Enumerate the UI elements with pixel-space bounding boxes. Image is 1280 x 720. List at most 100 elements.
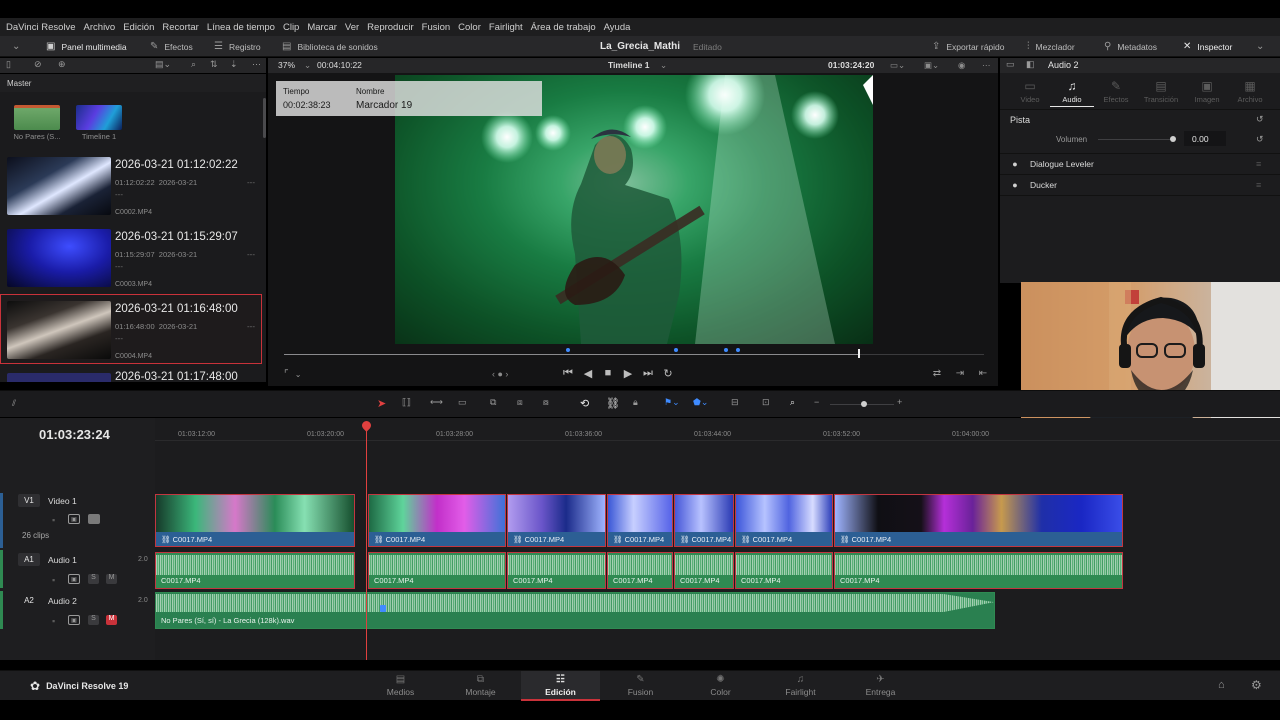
menu-fusion[interactable]: Fusion <box>422 22 451 33</box>
metadata-button[interactable]: ⚲ Metadatos <box>1104 36 1157 57</box>
full-zoom-icon[interactable]: ⊟ <box>731 397 739 408</box>
mute-button-a1[interactable]: M <box>106 574 117 584</box>
custom-zoom-icon[interactable]: ⌕ <box>790 397 795 408</box>
clip-item[interactable]: 2026-03-21 01:15:29:07 01:15:29:07 2026-… <box>0 222 262 292</box>
view-mode-icon[interactable]: ▤⌄ <box>155 59 171 70</box>
viewer-marker[interactable] <box>724 348 728 352</box>
more-options-icon[interactable]: ⋯ <box>982 60 991 71</box>
menu-archivo[interactable]: Archivo <box>84 22 116 33</box>
detail-zoom-icon[interactable]: ⊡ <box>762 397 770 408</box>
inspector-button[interactable]: ✕ Inspector <box>1183 36 1232 57</box>
zoom-slider-handle[interactable] <box>861 401 867 407</box>
mute-button-a2[interactable]: M <box>106 615 117 625</box>
zoom-dropdown-icon[interactable]: ⌄ <box>304 60 311 71</box>
video-clip[interactable]: ⛓ C0017.MP4 <box>155 494 355 547</box>
media-pool-scrollbar[interactable] <box>263 98 266 138</box>
drag-handle-icon[interactable]: ≡ <box>1256 159 1261 169</box>
media-pool-button[interactable]: ▣ Panel multimedia <box>46 36 127 57</box>
audio-clip[interactable]: C0017.MP4 <box>507 552 606 589</box>
menu-edicion[interactable]: Edición <box>123 22 154 33</box>
zoom-level[interactable]: 37% <box>278 60 295 70</box>
track-id-v1[interactable]: V1 <box>18 494 40 507</box>
volume-slider-track[interactable] <box>1098 139 1172 140</box>
page-cut[interactable]: ⧉ Montaje <box>441 671 520 701</box>
page-color[interactable]: ✺ Color <box>681 671 760 701</box>
video-clip[interactable]: ⛓ C0017.MP4 <box>607 494 673 547</box>
bin-master[interactable]: Master <box>0 74 266 92</box>
sort-icon[interactable]: ⇅ <box>210 59 218 70</box>
menu-davinci[interactable]: DaVinci Resolve <box>6 22 76 33</box>
video-clip[interactable]: ⛓ C0017.MP4 <box>674 494 734 547</box>
timeline-tracks[interactable]: 01:03:12:00 01:03:20:00 01:03:28:00 01:0… <box>155 418 1280 660</box>
tab-file[interactable]: ▦ Archivo <box>1228 79 1272 104</box>
link-icon[interactable]: ⊘ <box>34 59 42 70</box>
linked-selection-icon[interactable]: ⛓ <box>606 397 620 410</box>
auto-select-icon[interactable]: ▣ <box>68 514 80 524</box>
viewer-marker[interactable] <box>566 348 570 352</box>
track-name-v1[interactable]: Video 1 <box>48 496 77 506</box>
chevron-down-icon[interactable]: ⌄ <box>660 60 667 71</box>
lock-icon[interactable]: ▪ <box>52 616 55 626</box>
solo-button-a1[interactable]: S <box>88 574 99 584</box>
inspector-layout-icon[interactable]: ▭ <box>1006 59 1015 70</box>
trim-tool-icon[interactable]: ⟦⟧ <box>402 397 411 408</box>
menu-reproducir[interactable]: Reproducir <box>367 22 413 33</box>
insert-clip-icon[interactable]: ⧉ <box>490 397 496 408</box>
track-name-a1[interactable]: Audio 1 <box>48 555 77 565</box>
selection-tool-icon[interactable]: ➤ <box>377 397 386 410</box>
safe-area-icon[interactable]: ⌜ <box>284 369 289 380</box>
drag-handle-icon[interactable]: ≡ <box>1256 180 1261 190</box>
bin-audio-thumb[interactable] <box>14 105 60 130</box>
menu-linea-de-tiempo[interactable]: Línea de tiempo <box>207 22 275 33</box>
menu-recortar[interactable]: Recortar <box>162 22 198 33</box>
clip-item[interactable]: 2026-03-21 01:12:02:22 01:12:02:22 2026-… <box>0 150 262 220</box>
tab-audio[interactable]: ♫ Audio <box>1050 79 1094 104</box>
audio-clip[interactable]: C0017.MP4 <box>834 552 1123 589</box>
menu-marcar[interactable]: Marcar <box>307 22 337 33</box>
volume-slider-handle[interactable] <box>1170 136 1176 142</box>
prev-edit-icon[interactable]: ⇤ <box>972 368 994 379</box>
page-fairlight[interactable]: ♫ Fairlight <box>761 671 840 701</box>
page-fusion[interactable]: ✎ Fusion <box>601 671 680 701</box>
clip-item-selected[interactable]: 2026-03-21 01:16:48:00 01:16:48:00 2026-… <box>0 294 262 364</box>
flag-icon[interactable]: ⚑⌄ <box>664 397 680 408</box>
audio-clip[interactable]: C0017.MP4 <box>155 552 355 589</box>
effect-row-dialogue-leveler[interactable]: ● Dialogue Leveler ≡ <box>1000 154 1280 174</box>
menu-area-de-trabajo[interactable]: Área de trabajo <box>531 22 596 33</box>
quick-export-button[interactable]: ⇪ Exportar rápido <box>932 36 1005 57</box>
audio-clip[interactable]: C0017.MP4 <box>735 552 833 589</box>
audio-clip[interactable]: C0017.MP4 <box>368 552 506 589</box>
disable-track-icon[interactable] <box>88 514 100 524</box>
menu-clip[interactable]: Clip <box>283 22 299 33</box>
viewer-layout-icon[interactable]: ▭⌄ <box>890 60 905 71</box>
video-clip[interactable]: ⛓ C0017.MP4 <box>507 494 606 547</box>
viewer-marker[interactable] <box>674 348 678 352</box>
reset-icon[interactable]: ↺ <box>1256 114 1264 125</box>
play-icon[interactable]: ▶ <box>618 367 638 380</box>
panel-toggle-icon[interactable]: ▯ <box>6 59 11 70</box>
tab-transition[interactable]: ▤ Transición <box>1139 79 1183 104</box>
toolbar-expand-button[interactable]: ⌄ <box>1256 36 1270 57</box>
track-id-a2[interactable]: A2 <box>18 594 40 607</box>
video-clip[interactable]: ⛓ C0017.MP4 <box>735 494 833 547</box>
viewer-playhead[interactable] <box>858 349 860 358</box>
zoom-in-icon[interactable]: + <box>897 397 902 407</box>
timeline-selector[interactable]: Timeline 1 <box>608 60 649 70</box>
lock-icon[interactable]: 🔒︎ <box>633 397 638 408</box>
menu-ver[interactable]: Ver <box>345 22 359 33</box>
effect-enable-icon[interactable]: ● <box>1000 159 1030 169</box>
effect-row-ducker[interactable]: ● Ducker ≡ <box>1000 175 1280 195</box>
search-icon[interactable]: ⌕ <box>191 59 196 70</box>
dynamic-trim-icon[interactable]: ⟷ <box>430 397 443 408</box>
auto-select-icon[interactable]: ▣ <box>68 574 80 584</box>
mixer-button[interactable]: ⫶ Mezclador <box>1027 36 1075 57</box>
audio-clip[interactable]: C0017.MP4 <box>674 552 734 589</box>
more-options-icon[interactable]: ⋯ <box>252 59 261 70</box>
volume-value[interactable]: 0.00 <box>1184 131 1226 146</box>
page-media[interactable]: ▤ Medios <box>361 671 440 701</box>
page-edit[interactable]: ☷ Edición <box>521 671 600 701</box>
color-picker-icon[interactable]: ◉ <box>958 60 965 71</box>
next-edit-icon[interactable]: ⇥ <box>948 368 972 379</box>
smart-bin-icon[interactable]: ⊕ <box>58 59 66 70</box>
track-name-a2[interactable]: Audio 2 <box>48 596 77 606</box>
